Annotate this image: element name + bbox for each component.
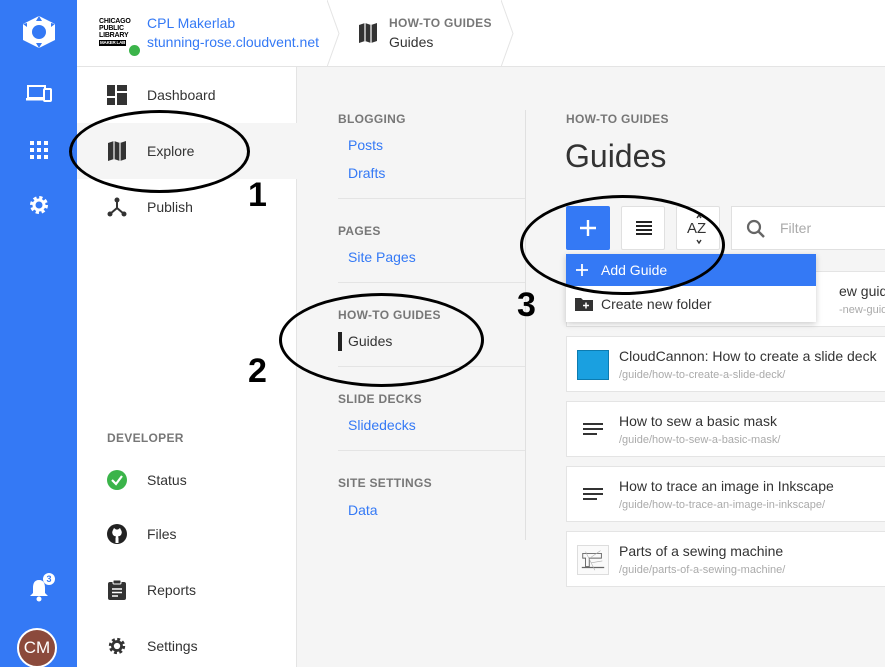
divider xyxy=(338,198,526,199)
collection-link-site-pages[interactable]: Site Pages xyxy=(348,249,416,265)
slide-thumbnail xyxy=(577,350,609,380)
collection-link-slidedecks[interactable]: Slidedecks xyxy=(348,417,416,433)
breadcrumb-separator xyxy=(501,0,514,67)
breadcrumb-separator xyxy=(327,0,340,67)
top-bar: CHICAGO PUBLIC LIBRARY MAKER LAB CPL Mak… xyxy=(77,0,885,67)
nav-item-label: Settings xyxy=(147,638,198,654)
nav-item-label: Reports xyxy=(147,582,197,598)
menu-item-label: Create new folder xyxy=(601,296,712,312)
guide-title: Parts of a sewing machine xyxy=(619,543,784,559)
avatar[interactable]: CM xyxy=(17,628,57,667)
cloudcannon-logo-icon[interactable] xyxy=(0,14,77,50)
nav-item-status[interactable]: Status xyxy=(77,452,297,508)
gear-icon xyxy=(107,636,127,661)
guide-path: -new-guide/ xyxy=(839,304,885,316)
new-folder-icon xyxy=(575,298,593,311)
guide-title: How to trace an image in Inkscape xyxy=(619,478,834,494)
github-icon xyxy=(107,524,127,549)
guide-title: CloudCannon: How to create a slide deck xyxy=(619,348,877,364)
divider xyxy=(338,450,526,451)
guide-title: How to sew a basic mask xyxy=(619,413,777,429)
text-lines-icon xyxy=(583,423,603,435)
nav-item-label: Publish xyxy=(147,199,193,215)
guide-path: /guide/how-to-create-a-slide-deck/ xyxy=(619,369,786,381)
clipboard-icon xyxy=(107,579,127,605)
guide-card[interactable]: Parts of a sewing machine /guide/parts-o… xyxy=(566,531,885,587)
site-domain-link[interactable]: stunning-rose.cloudvent.net xyxy=(147,34,319,50)
app-rail: 3 CM xyxy=(0,0,77,667)
divider xyxy=(338,282,526,283)
annotation-ellipse xyxy=(69,110,250,193)
guide-path: /guide/parts-of-a-sewing-machine/ xyxy=(619,564,786,576)
collection-link-data[interactable]: Data xyxy=(348,502,378,518)
guide-card[interactable]: How to sew a basic mask /guide/how-to-se… xyxy=(566,401,885,457)
nav-item-label: Files xyxy=(147,526,177,542)
developer-section-title: DEVELOPER xyxy=(107,431,184,445)
sewing-machine-thumbnail xyxy=(577,545,609,575)
collection-group-title: SLIDE DECKS xyxy=(338,392,422,406)
collection-link-drafts[interactable]: Drafts xyxy=(348,165,385,181)
search-icon xyxy=(746,219,765,238)
annotation-ellipse xyxy=(279,293,484,387)
map-icon xyxy=(359,23,377,48)
annotation-ellipse xyxy=(520,195,725,295)
page-title: Guides xyxy=(565,138,667,174)
devices-icon[interactable] xyxy=(0,83,77,105)
guide-card[interactable]: How to trace an image in Inkscape /guide… xyxy=(566,466,885,522)
annotation-number: 2 xyxy=(248,352,267,390)
nav-item-label: Status xyxy=(147,472,187,488)
nav-item-files[interactable]: Files xyxy=(77,506,297,562)
text-lines-icon xyxy=(583,488,603,500)
notification-count-badge: 3 xyxy=(43,573,55,585)
collection-group-title: PAGES xyxy=(338,224,381,238)
publish-icon xyxy=(107,197,127,222)
section-label: HOW-TO GUIDES xyxy=(566,112,669,126)
dashboard-icon xyxy=(107,85,127,110)
site-logo[interactable]: CHICAGO PUBLIC LIBRARY MAKER LAB xyxy=(99,18,135,48)
logo-line: LIBRARY xyxy=(99,32,129,39)
status-check-icon xyxy=(107,470,127,495)
guide-card[interactable]: CloudCannon: How to create a slide deck … xyxy=(566,336,885,392)
annotation-number: 3 xyxy=(517,286,536,324)
apps-grid-icon[interactable] xyxy=(0,140,77,160)
logo-line: MAKER LAB xyxy=(99,40,127,46)
guide-path: /guide/how-to-sew-a-basic-mask/ xyxy=(619,434,781,446)
bell-icon[interactable] xyxy=(0,578,77,602)
breadcrumb-page[interactable]: Guides xyxy=(389,34,433,50)
annotation-number: 1 xyxy=(248,176,267,214)
filter-field[interactable] xyxy=(731,206,885,250)
site-status-check-icon xyxy=(128,44,141,57)
column-divider xyxy=(525,110,526,540)
collection-group-title: BLOGGING xyxy=(338,112,406,126)
guide-title: ew guide xyxy=(839,283,885,299)
collection-link-posts[interactable]: Posts xyxy=(348,137,383,153)
logo-line: PUBLIC xyxy=(99,25,124,32)
nav-item-reports[interactable]: Reports xyxy=(77,562,297,618)
nav-item-settings[interactable]: Settings xyxy=(77,618,297,667)
guide-path: /guide/how-to-trace-an-image-in-inkscape… xyxy=(619,499,826,511)
breadcrumb-section[interactable]: HOW-TO GUIDES xyxy=(389,16,492,30)
logo-line: CHICAGO xyxy=(99,18,131,25)
filter-input[interactable] xyxy=(780,220,880,236)
gear-icon[interactable] xyxy=(0,194,77,216)
collection-group-title: SITE SETTINGS xyxy=(338,476,432,490)
site-name[interactable]: CPL Makerlab xyxy=(147,15,235,31)
nav-item-label: Dashboard xyxy=(147,87,216,103)
